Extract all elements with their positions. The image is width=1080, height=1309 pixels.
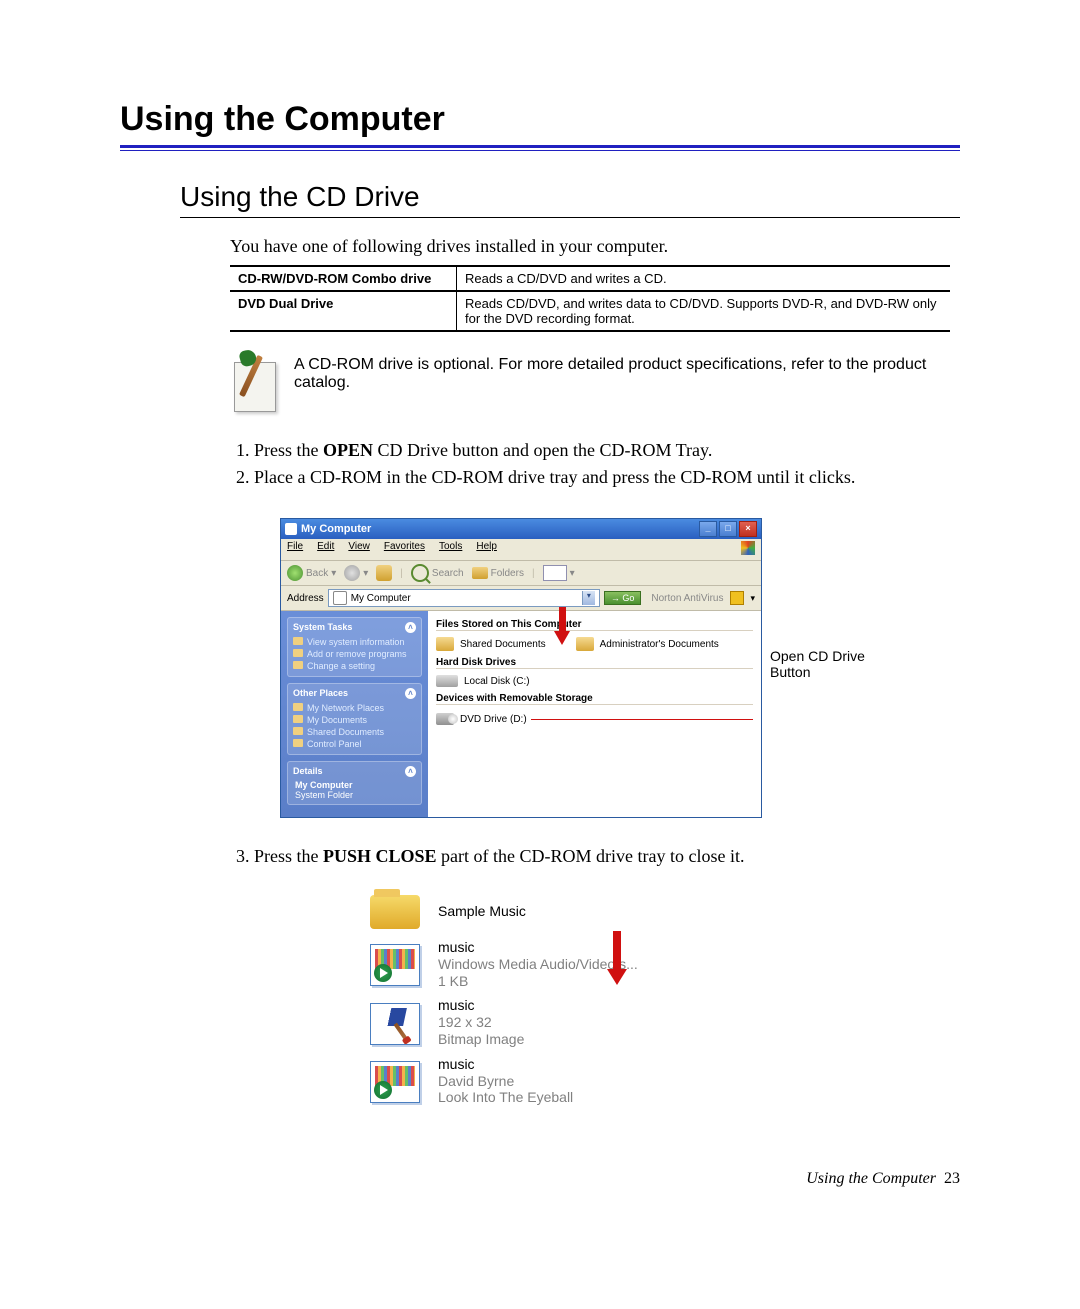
list-item[interactable]: music 192 x 32 Bitmap Image [370,993,770,1051]
file-album: Look Into The Eyeball [438,1089,573,1106]
file-name: music [438,997,524,1014]
bitmap-file-icon [370,1003,420,1045]
file-name: Sample Music [438,903,526,920]
search-button[interactable]: Search [411,564,464,582]
folder-icon [370,895,420,929]
file-artist: David Byrne [438,1073,573,1090]
folders-button[interactable]: Folders [472,567,524,579]
toolbar: Back ▾ ▾ | Search Folders | ▾ [281,561,761,586]
page-footer: Using the Computer 23 [180,1170,960,1188]
task-view-system-info[interactable]: View system information [293,636,416,648]
item-local-disk-c[interactable]: Local Disk (C:) [436,673,753,689]
media-file-icon [370,944,420,986]
drive-name: DVD Dual Drive [230,291,457,331]
intro-text: You have one of following drives install… [230,236,960,257]
note-icon [230,356,278,412]
up-button[interactable] [376,565,392,581]
window-title: My Computer [285,523,371,535]
red-arrow-icon [610,931,624,987]
window-titlebar[interactable]: My Computer _ □ × [281,519,761,539]
views-button[interactable]: ▾ [543,565,575,581]
step-list: Press the OPEN CD Drive button and open … [230,440,960,488]
item-admin-documents[interactable]: Administrator's Documents [576,635,719,653]
address-label: Address [287,593,324,604]
my-computer-window: My Computer _ □ × File Edit View Favorit… [280,518,762,818]
folder-icon [436,637,454,651]
drive-table: CD-RW/DVD-ROM Combo drive Reads a CD/DVD… [230,265,950,332]
go-button[interactable]: → Go [604,591,642,605]
file-name: music [438,939,638,956]
step-list-continued: Press the PUSH CLOSE part of the CD-ROM … [230,846,960,867]
place-control-panel[interactable]: Control Panel [293,738,416,750]
menu-file[interactable]: File [287,541,303,558]
place-shared-docs[interactable]: Shared Documents [293,726,416,738]
menu-tools[interactable]: Tools [439,541,462,558]
minimize-button[interactable]: _ [699,521,717,537]
other-places-header[interactable]: Other Places˄ [293,688,416,699]
group-removable: Devices with Removable Storage [436,693,753,705]
table-row: CD-RW/DVD-ROM Combo drive Reads a CD/DVD… [230,266,950,291]
system-tasks-header[interactable]: System Tasks˄ [293,622,416,633]
collapse-icon[interactable]: ˄ [405,688,416,699]
menu-edit[interactable]: Edit [317,541,334,558]
item-shared-documents[interactable]: Shared Documents [436,635,546,653]
back-button[interactable]: Back ▾ [287,565,336,581]
drive-desc: Reads CD/DVD, and writes data to CD/DVD.… [457,291,951,331]
section-title: Using the CD Drive [180,181,960,213]
menu-favorites[interactable]: Favorites [384,541,425,558]
collapse-icon[interactable]: ˄ [405,766,416,777]
title-rule-thick [120,145,960,148]
file-type: Bitmap Image [438,1031,524,1048]
address-dropdown-icon[interactable]: ▾ [582,591,595,605]
close-button[interactable]: × [739,521,757,537]
norton-label: Norton AntiVirus [651,593,723,604]
address-bar: Address My Computer ▾ → Go Norton AntiVi… [281,586,761,611]
drive-name: CD-RW/DVD-ROM Combo drive [230,266,457,291]
step-3: Press the PUSH CLOSE part of the CD-ROM … [254,846,960,867]
app-logo-icon [741,541,755,558]
page-number: 23 [944,1170,960,1187]
red-arrow-icon [556,607,568,647]
list-item[interactable]: music Windows Media Audio/Video s... 1 K… [370,935,770,993]
details-sub: System Folder [293,790,416,800]
place-documents[interactable]: My Documents [293,714,416,726]
place-network[interactable]: My Network Places [293,702,416,714]
step-1: Press the OPEN CD Drive button and open … [254,440,960,461]
dvd-drive-icon [436,713,454,725]
details-name: My Computer [293,780,416,790]
section-rule [180,217,960,218]
callout-line [531,719,753,720]
file-dimensions: 192 x 32 [438,1014,524,1031]
menu-help[interactable]: Help [476,541,497,558]
explorer-content: Files Stored on This Computer Shared Doc… [428,611,761,817]
note-text: A CD-ROM drive is optional. For more det… [294,356,934,392]
menu-view[interactable]: View [348,541,370,558]
side-panel: System Tasks˄ View system information Ad… [281,611,428,817]
details-header[interactable]: Details˄ [293,766,416,777]
task-add-remove-programs[interactable]: Add or remove programs [293,648,416,660]
maximize-button[interactable]: □ [719,521,737,537]
address-input[interactable]: My Computer ▾ [328,589,600,607]
title-rule-thin [120,150,960,151]
callout-label: Open CD Drive Button [770,648,880,680]
list-item[interactable]: Sample Music [370,887,770,935]
hard-disk-icon [436,675,458,687]
group-files-stored: Files Stored on This Computer [436,619,753,631]
menu-bar: File Edit View Favorites Tools Help [281,539,761,561]
folder-icon [576,637,594,651]
table-row: DVD Dual Drive Reads CD/DVD, and writes … [230,291,950,331]
collapse-icon[interactable]: ˄ [405,622,416,633]
file-name: music [438,1056,573,1073]
task-change-setting[interactable]: Change a setting [293,660,416,672]
forward-button[interactable]: ▾ [344,565,368,581]
file-list-screenshot: Sample Music music Windows Media Audio/V… [370,887,770,1110]
drive-desc: Reads a CD/DVD and writes a CD. [457,266,951,291]
group-hard-disks: Hard Disk Drives [436,657,753,669]
item-dvd-drive-d[interactable]: DVD Drive (D:) [436,711,527,727]
norton-icon[interactable] [730,591,744,605]
media-file-icon [370,1061,420,1103]
page-title: Using the Computer [120,100,960,139]
list-item[interactable]: music David Byrne Look Into The Eyeball [370,1052,770,1110]
step-2: Place a CD-ROM in the CD-ROM drive tray … [254,467,960,488]
